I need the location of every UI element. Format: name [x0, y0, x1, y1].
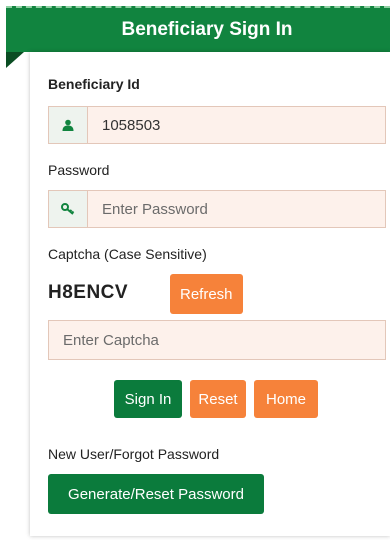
generate-reset-password-button[interactable]: Generate/Reset Password	[48, 474, 264, 514]
sign-in-button[interactable]: Sign In	[114, 380, 182, 418]
password-input[interactable]	[88, 191, 385, 227]
refresh-captcha-button[interactable]: Refresh	[170, 274, 243, 314]
new-user-label: New User/Forgot Password	[48, 446, 220, 462]
captcha-label: Captcha (Case Sensitive)	[48, 246, 207, 262]
beneficiary-id-input[interactable]	[88, 107, 385, 143]
reset-button[interactable]: Reset	[190, 380, 246, 418]
home-button[interactable]: Home	[254, 380, 318, 418]
captcha-text: H8ENCV	[48, 282, 129, 303]
beneficiary-id-group	[48, 106, 386, 144]
page-title: Beneficiary Sign In	[121, 19, 293, 40]
captcha-group	[48, 320, 386, 360]
user-icon	[49, 107, 88, 143]
banner-fold	[6, 52, 24, 68]
password-group	[48, 190, 386, 228]
login-card: Beneficiary Id Password Captcha (Case Se…	[30, 52, 390, 536]
captcha-input[interactable]	[49, 321, 385, 359]
password-label: Password	[48, 162, 110, 178]
beneficiary-id-label: Beneficiary Id	[48, 76, 140, 92]
header-banner: Beneficiary Sign In	[6, 6, 390, 52]
login-page: Beneficiary Sign In Beneficiary Id Passw…	[0, 0, 390, 540]
key-icon	[49, 191, 88, 227]
